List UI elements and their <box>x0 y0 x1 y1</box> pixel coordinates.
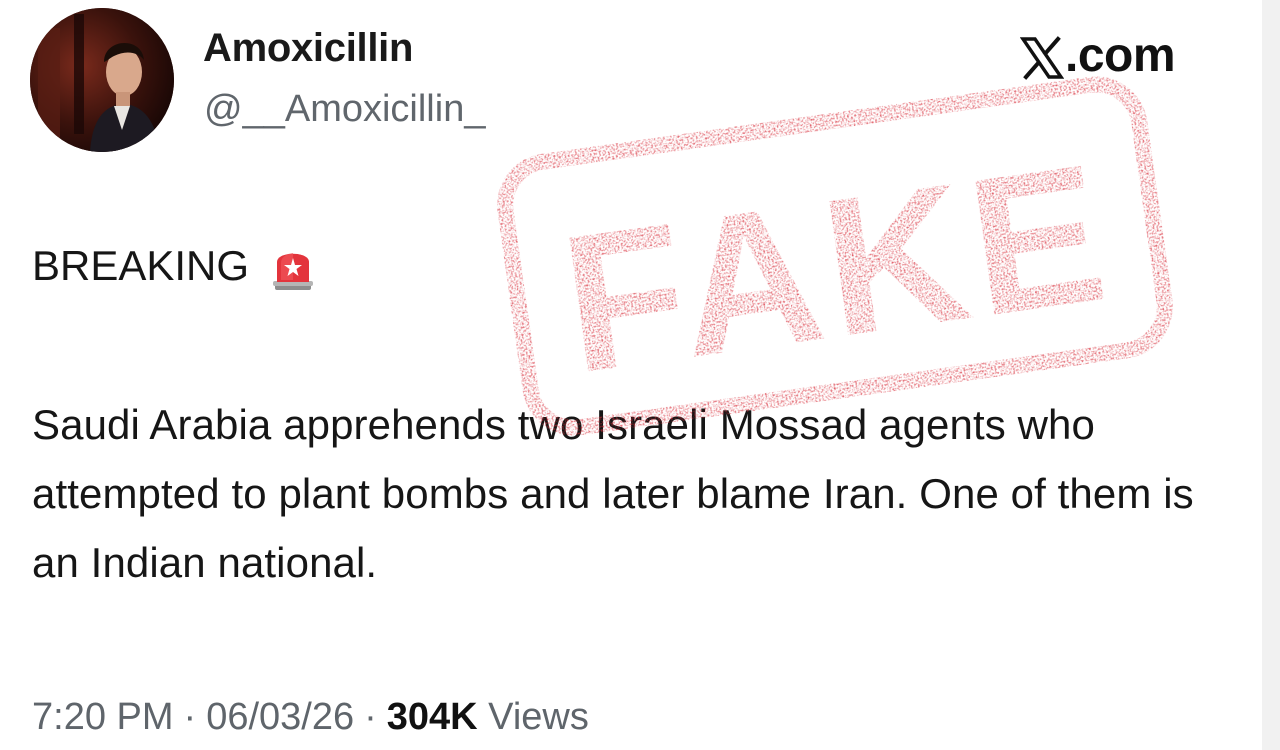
avatar[interactable] <box>30 8 174 152</box>
stamp-text: FAKE <box>551 122 1123 415</box>
fake-stamp: FAKE <box>488 67 1182 444</box>
x-com-label: .com <box>1065 29 1176 82</box>
police-siren-icon <box>271 244 315 292</box>
tweet-headline: BREAKING <box>32 242 315 290</box>
tweet-meta: 7:20 PM · 06/03/26 · 304K Views <box>32 696 589 739</box>
tweet-time[interactable]: 7:20 PM <box>32 696 174 738</box>
x-logo-icon <box>1020 36 1064 80</box>
tweet-card: Amoxicillin @__Amoxicillin_ .com BREAKIN… <box>0 0 1263 750</box>
views-label: Views <box>488 696 589 738</box>
meta-separator: · <box>183 696 197 738</box>
views-count: 304K <box>386 696 478 738</box>
meta-separator: · <box>364 696 377 738</box>
tweet-body: Saudi Arabia apprehends two Israeli Moss… <box>32 401 1194 586</box>
avatar-photo <box>30 8 174 152</box>
headline-text: BREAKING <box>32 242 250 289</box>
display-name[interactable]: Amoxicillin <box>203 26 413 71</box>
user-handle[interactable]: @__Amoxicillin_ <box>204 88 485 131</box>
tweet-date[interactable]: 06/03/26 <box>206 696 354 738</box>
x-com-brand: .com <box>1020 26 1176 82</box>
image-edge <box>1262 0 1280 750</box>
